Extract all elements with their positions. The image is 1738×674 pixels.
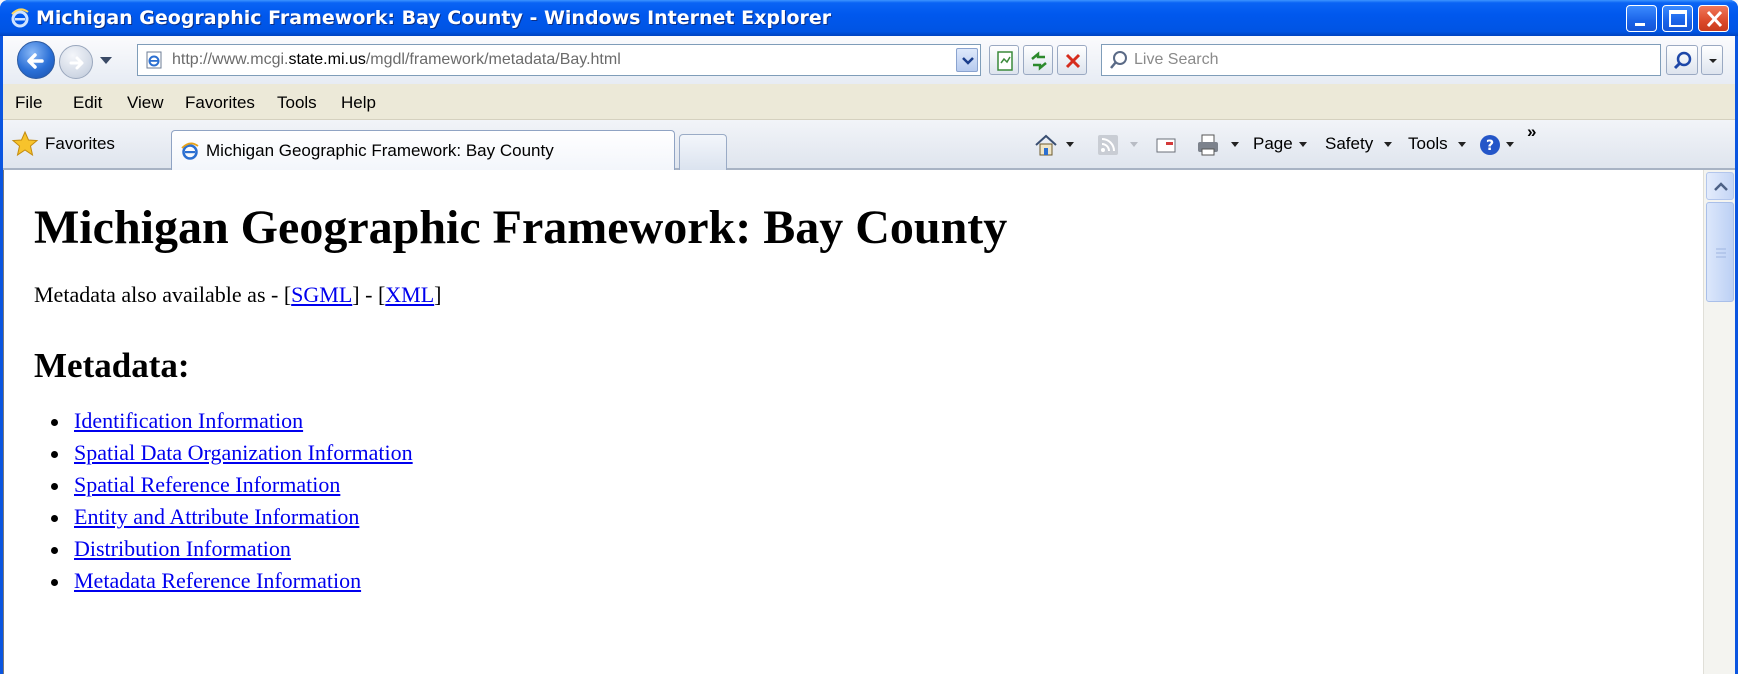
page-dropdown-caret[interactable] [1299, 142, 1307, 147]
menu-help[interactable]: Help [341, 93, 376, 113]
ie-logo-icon [11, 8, 29, 28]
toc-link-spatial-reference[interactable]: Spatial Reference Information [74, 472, 340, 497]
compatibility-icon [997, 51, 1013, 71]
forward-arrow-icon [69, 56, 84, 70]
xml-link[interactable]: XML [385, 282, 434, 307]
list-item: Entity and Attribute Information [51, 504, 413, 536]
page-heading: Michigan Geographic Framework: Bay Count… [34, 201, 1008, 254]
feeds-dropdown-caret[interactable] [1130, 142, 1138, 147]
ie-page-icon [181, 142, 199, 160]
page-icon [146, 51, 162, 69]
browser-window: Michigan Geographic Framework: Bay Count… [0, 0, 1738, 674]
minimize-icon [1635, 23, 1645, 26]
home-icon[interactable] [1033, 132, 1059, 158]
list-item: Identification Information [51, 408, 413, 440]
list-item: Distribution Information [51, 536, 413, 568]
url-prefix: http://www.mcgi. [172, 51, 289, 68]
list-item: Spatial Reference Information [51, 472, 413, 504]
favorites-label: Favorites [45, 134, 115, 153]
back-arrow-icon [27, 53, 44, 69]
title-bar[interactable]: Michigan Geographic Framework: Bay Count… [0, 0, 1738, 36]
compatibility-view-button[interactable] [989, 45, 1019, 75]
menu-favorites[interactable]: Favorites [185, 93, 255, 113]
print-icon[interactable] [1195, 132, 1221, 158]
toc-link-distribution[interactable]: Distribution Information [74, 536, 291, 561]
alternate-formats-prefix: Metadata also available as - [ [34, 282, 292, 307]
menu-edit[interactable]: Edit [73, 93, 102, 113]
refresh-button[interactable] [1023, 45, 1053, 75]
menu-file[interactable]: File [15, 93, 42, 113]
url-text[interactable]: http://www.mcgi.state.mi.us/mgdl/framewo… [172, 51, 621, 69]
toc-link-identification[interactable]: Identification Information [74, 408, 303, 433]
close-icon [1706, 10, 1723, 28]
list-item: Spatial Data Organization Information [51, 440, 413, 472]
page-viewport: Michigan Geographic Framework: Bay Count… [3, 170, 1735, 674]
search-icon [1110, 51, 1127, 69]
recent-pages-dropdown-icon[interactable] [99, 54, 113, 66]
chevron-down-icon [1709, 59, 1717, 63]
help-icon[interactable]: ? [1477, 132, 1503, 158]
metadata-heading: Metadata: [34, 346, 190, 385]
search-box[interactable]: Live Search [1101, 44, 1661, 76]
window-title: Michigan Geographic Framework: Bay Count… [36, 7, 832, 29]
alternate-formats-separator: ] - [ [352, 282, 386, 307]
stop-button[interactable] [1057, 45, 1087, 75]
search-options-button[interactable] [1701, 45, 1723, 75]
print-dropdown-caret[interactable] [1231, 142, 1239, 147]
menu-view[interactable]: View [127, 93, 164, 113]
metadata-toc-list: Identification Information Spatial Data … [51, 408, 413, 600]
home-dropdown-caret[interactable] [1066, 142, 1074, 147]
menu-bar: File Edit View Favorites Tools Help [3, 84, 1735, 120]
url-host: state.mi.us [288, 51, 366, 68]
scrollbar-thumb[interactable] [1706, 202, 1734, 302]
feeds-icon[interactable] [1095, 132, 1121, 158]
svg-text:?: ? [1486, 138, 1494, 154]
safety-dropdown-caret[interactable] [1384, 142, 1392, 147]
mail-icon[interactable] [1153, 132, 1179, 158]
search-placeholder: Live Search [1134, 51, 1219, 68]
magnifier-icon [1673, 51, 1692, 70]
chevron-down-icon [962, 57, 974, 65]
toc-link-metadata-reference[interactable]: Metadata Reference Information [74, 568, 361, 593]
tools-menu[interactable]: Tools [1408, 134, 1448, 154]
vertical-scrollbar[interactable] [1703, 170, 1735, 674]
back-button[interactable] [17, 41, 55, 79]
tab-label: Michigan Geographic Framework: Bay Count… [206, 141, 554, 160]
search-go-button[interactable] [1666, 45, 1698, 75]
scroll-up-button[interactable] [1706, 172, 1734, 200]
menu-tools[interactable]: Tools [277, 93, 317, 113]
forward-button[interactable] [59, 45, 93, 79]
maximize-icon [1669, 10, 1687, 27]
help-dropdown-caret[interactable] [1506, 142, 1514, 147]
navigation-bar: http://www.mcgi.state.mi.us/mgdl/framewo… [3, 36, 1735, 84]
safety-menu[interactable]: Safety [1325, 134, 1373, 154]
tools-dropdown-caret[interactable] [1458, 142, 1466, 147]
address-bar[interactable]: http://www.mcgi.state.mi.us/mgdl/framewo… [137, 44, 981, 76]
toolbar-overflow-chevron[interactable]: » [1527, 122, 1536, 142]
alternate-formats-suffix: ] [434, 282, 442, 307]
chevron-up-icon [1714, 182, 1728, 191]
list-item: Metadata Reference Information [51, 568, 413, 600]
new-tab-button[interactable] [679, 134, 727, 170]
favorites-bar: Favorites Michigan Geographic Framework:… [3, 120, 1735, 170]
maximize-button[interactable] [1662, 5, 1693, 32]
browser-frame: http://www.mcgi.state.mi.us/mgdl/framewo… [3, 36, 1735, 674]
star-icon [11, 130, 39, 157]
tab-active[interactable]: Michigan Geographic Framework: Bay Count… [171, 130, 675, 170]
toc-link-spatial-data-organization[interactable]: Spatial Data Organization Information [74, 440, 413, 465]
sgml-link[interactable]: SGML [291, 282, 352, 307]
alternate-formats-line: Metadata also available as - [SGML] - [X… [34, 282, 442, 308]
minimize-button[interactable] [1626, 5, 1657, 32]
url-path: /mgdl/framework/metadata/Bay.html [365, 51, 621, 68]
toc-link-entity-attribute[interactable]: Entity and Attribute Information [74, 504, 359, 529]
grip-icon [1716, 248, 1726, 258]
close-button[interactable] [1698, 5, 1729, 32]
address-dropdown-button[interactable] [956, 48, 978, 72]
stop-icon [1065, 53, 1081, 69]
page-menu[interactable]: Page [1253, 134, 1293, 154]
refresh-icon [1031, 51, 1047, 71]
